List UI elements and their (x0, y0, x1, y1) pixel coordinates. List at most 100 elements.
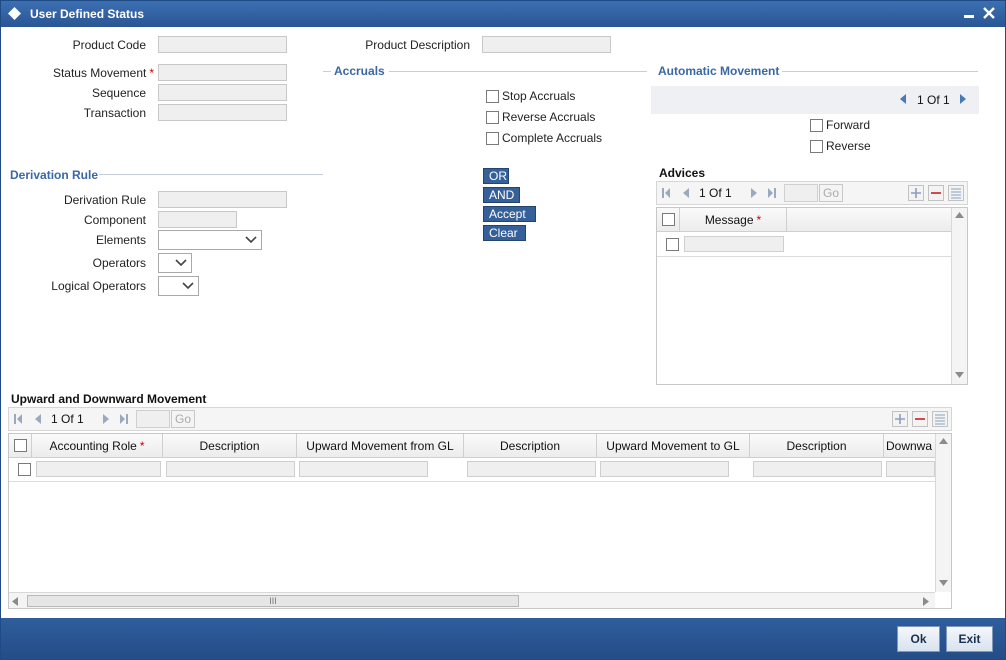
elements-label: Elements (95, 233, 146, 247)
product-description-field[interactable] (482, 36, 611, 53)
exit-button[interactable]: Exit (946, 626, 993, 652)
derivation-rule-divider (99, 174, 323, 175)
select-all-checkbox[interactable] (662, 213, 675, 226)
scroll-up-icon[interactable] (955, 212, 964, 218)
movement-page-input[interactable] (136, 410, 170, 428)
scroll-left-icon[interactable] (12, 597, 18, 606)
forward-checkbox[interactable] (810, 119, 823, 132)
advices-go-button[interactable]: Go (819, 184, 843, 202)
upward-movement-from-gl-column-header[interactable]: Upward Movement from GL (297, 434, 464, 458)
next-page-icon[interactable] (749, 187, 759, 199)
scroll-down-icon[interactable] (939, 580, 948, 586)
product-code-field[interactable] (158, 36, 287, 53)
select-all-cell (657, 208, 680, 232)
last-page-icon[interactable] (767, 187, 777, 199)
description-cell-field[interactable] (467, 461, 596, 477)
accounting-role-cell-field[interactable] (36, 461, 161, 477)
reverse-accruals-checkbox[interactable] (486, 111, 499, 124)
next-icon[interactable] (958, 93, 968, 105)
clear-button[interactable]: Clear (483, 225, 526, 241)
automatic-movement-pager: 1 Of 1 (917, 93, 950, 107)
upward-movement-from-gl-cell-field[interactable] (299, 461, 428, 477)
stop-accruals-checkbox[interactable] (486, 90, 499, 103)
description-column-header[interactable]: Description (163, 434, 297, 458)
delete-row-button[interactable] (912, 411, 928, 427)
required-mark: * (149, 66, 154, 80)
single-view-button[interactable] (932, 411, 948, 427)
and-button[interactable]: AND (483, 187, 520, 203)
movement-horizontal-scrollbar[interactable]: III (9, 592, 935, 608)
derivation-rule-label: Derivation Rule (63, 193, 146, 207)
upward-movement-to-gl-column-header[interactable]: Upward Movement to GL (597, 434, 750, 458)
derivation-rule-field[interactable] (158, 191, 287, 208)
automatic-movement-divider (782, 71, 978, 72)
footer-bar: Ok Exit (1, 618, 1005, 659)
title-bar: User Defined Status (1, 1, 1005, 27)
message-column-header[interactable]: Message * (680, 208, 787, 232)
row-checkbox[interactable] (18, 463, 31, 476)
close-icon[interactable] (983, 7, 995, 19)
movement-grid: Accounting Role * Description Upward Move… (8, 433, 952, 609)
accept-button[interactable]: Accept (483, 206, 536, 222)
message-cell-field[interactable] (684, 236, 784, 252)
description-column-header[interactable]: Description (750, 434, 884, 458)
previous-page-icon[interactable] (681, 187, 691, 199)
elements-select[interactable] (158, 230, 262, 250)
first-page-icon[interactable] (661, 187, 671, 199)
or-button[interactable]: OR (483, 168, 509, 184)
operators-select[interactable] (158, 253, 192, 273)
add-row-button[interactable] (892, 411, 908, 427)
sequence-field[interactable] (158, 84, 287, 101)
advices-page-input[interactable] (784, 184, 818, 202)
next-page-icon[interactable] (101, 413, 111, 425)
downward-column-header[interactable]: Downwa (884, 434, 935, 458)
previous-page-icon[interactable] (33, 413, 43, 425)
transaction-label: Transaction (83, 106, 146, 120)
minimize-icon[interactable] (963, 6, 975, 20)
select-all-checkbox[interactable] (14, 439, 27, 452)
upward-movement-to-gl-cell-field[interactable] (600, 461, 729, 477)
description-column-header[interactable]: Description (464, 434, 597, 458)
description-cell-field[interactable] (753, 461, 882, 477)
chevron-down-icon (175, 259, 187, 267)
single-view-button[interactable] (948, 185, 964, 201)
delete-row-button[interactable] (928, 185, 944, 201)
row-checkbox[interactable] (666, 238, 679, 251)
movement-go-button[interactable]: Go (171, 410, 195, 428)
previous-icon[interactable] (898, 93, 908, 105)
downward-cell-field[interactable] (886, 461, 935, 477)
accounting-role-column-header[interactable]: Accounting Role * (32, 434, 163, 458)
scroll-up-icon[interactable] (939, 438, 948, 444)
required-mark: * (756, 213, 762, 227)
component-field[interactable] (158, 211, 237, 228)
product-code-label: Product Code (72, 38, 146, 52)
advices-vertical-scrollbar[interactable] (951, 208, 967, 384)
select-all-cell (9, 434, 32, 458)
scroll-right-icon[interactable] (923, 597, 929, 606)
first-page-icon[interactable] (13, 413, 23, 425)
last-page-icon[interactable] (119, 413, 129, 425)
scroll-down-icon[interactable] (955, 372, 964, 378)
table-row (657, 233, 951, 257)
reverse-accruals-label: Reverse Accruals (502, 110, 596, 124)
advices-title: Advices (659, 166, 706, 180)
logical-operators-select[interactable] (158, 276, 199, 296)
ok-button[interactable]: Ok (897, 626, 940, 652)
transaction-field[interactable] (158, 104, 287, 121)
minus-icon (931, 192, 941, 194)
horizontal-scroll-thumb[interactable]: III (27, 595, 519, 607)
description-cell-field[interactable] (166, 461, 295, 477)
status-movement-field[interactable] (158, 64, 287, 81)
complete-accruals-checkbox[interactable] (486, 132, 499, 145)
accruals-divider (389, 71, 647, 72)
reverse-label: Reverse (826, 139, 871, 153)
chevron-down-icon (182, 282, 194, 290)
list-icon (935, 414, 945, 425)
plus-icon (895, 414, 905, 424)
reverse-checkbox[interactable] (810, 140, 823, 153)
status-movement-label: Status Movement * (52, 66, 154, 80)
add-row-button[interactable] (908, 185, 924, 201)
movement-vertical-scrollbar[interactable] (935, 434, 951, 592)
complete-accruals-label: Complete Accruals (502, 131, 603, 145)
component-label: Component (83, 213, 146, 227)
